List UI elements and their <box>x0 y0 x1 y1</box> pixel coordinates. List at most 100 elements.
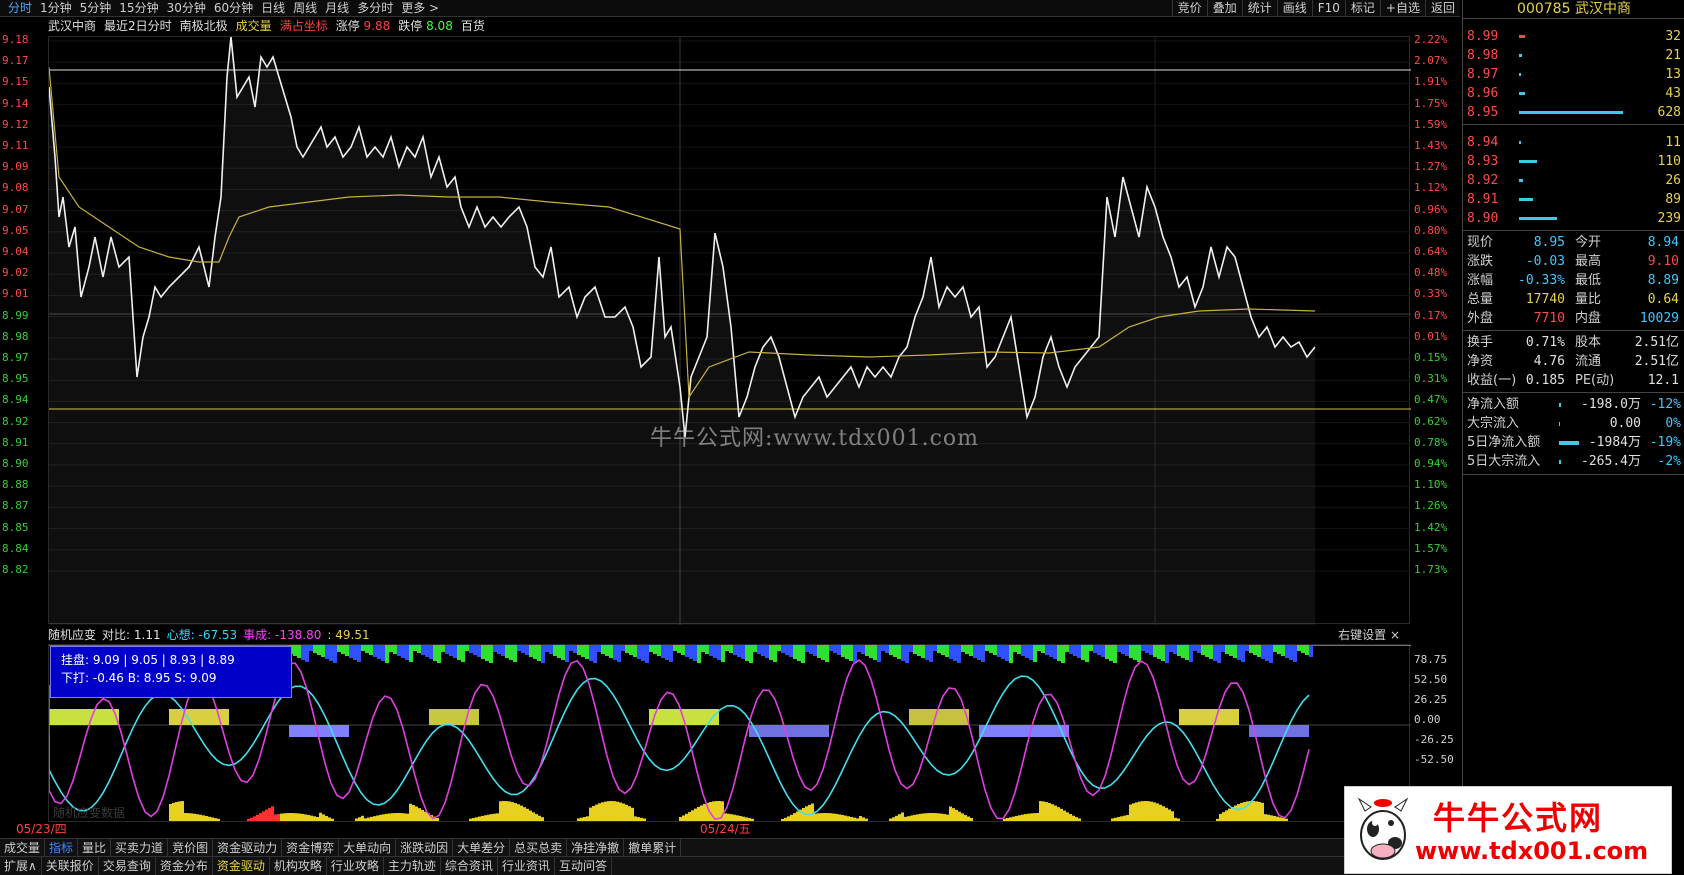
ind-bar <box>175 801 178 821</box>
period-tab[interactable]: 多分时 <box>353 0 397 16</box>
ind-bar <box>271 806 274 821</box>
info-tab[interactable]: 主力轨迹 <box>384 857 441 875</box>
ind-band <box>1017 645 1021 654</box>
order-book-row: 8.96 43 <box>1463 84 1684 103</box>
indicator-label[interactable]: 南极北极 <box>180 18 228 34</box>
info-tab[interactable]: 资金驱动 <box>213 857 270 875</box>
period-tab[interactable]: 周线 <box>289 0 321 16</box>
price-tick: 9.17 <box>2 54 29 68</box>
indicator-name[interactable]: 随机应变 <box>48 627 96 643</box>
price-tick: 9.07 <box>2 202 29 216</box>
toolbar-button[interactable]: F10 <box>1311 0 1345 16</box>
info-tab[interactable]: 行业资讯 <box>498 857 555 875</box>
mode-label[interactable]: 最近2日分时 <box>104 18 172 34</box>
ind-band <box>641 645 645 661</box>
percent-tick: 1.59% <box>1414 117 1448 131</box>
ind-band <box>1085 645 1089 662</box>
ind-band <box>497 645 501 654</box>
toolbar-button[interactable]: 返回 <box>1424 0 1460 16</box>
info-tab[interactable]: 资金分布 <box>156 857 213 875</box>
close-icon[interactable]: × <box>1390 628 1400 642</box>
percent-tick: 1.57% <box>1414 541 1448 555</box>
ind-band <box>1301 645 1305 653</box>
indicator-tab[interactable]: 竞价图 <box>168 839 214 857</box>
order-volume: 13 <box>1665 67 1681 82</box>
indicator-tab[interactable]: 大单差分 <box>453 839 511 857</box>
info-tab[interactable]: 机构攻略 <box>270 857 327 875</box>
intraday-price-chart[interactable] <box>48 36 1411 625</box>
indicator-tab[interactable]: 大单动向 <box>339 839 397 857</box>
ind-band <box>345 645 349 656</box>
ind-bar <box>862 817 865 821</box>
period-tab[interactable]: 1分钟 <box>36 0 76 16</box>
ind-band <box>409 645 413 662</box>
ind-fill <box>1249 725 1309 737</box>
period-tab[interactable]: 分时 <box>4 0 36 16</box>
ind-bar <box>520 805 523 821</box>
price-tick: 9.05 <box>2 223 29 237</box>
toolbar-button[interactable]: 竞价 <box>1171 0 1207 16</box>
toolbar-button[interactable]: 画线 <box>1276 0 1312 16</box>
ind-band <box>333 645 337 663</box>
indicator-tab[interactable]: 量比 <box>78 839 112 857</box>
indicator-tab[interactable]: 指标 <box>45 839 79 857</box>
ind-band <box>829 645 833 651</box>
info-tab[interactable]: 行业攻略 <box>327 857 384 875</box>
coord-label[interactable]: 满占坐标 <box>280 18 328 34</box>
period-tab[interactable]: 更多 > <box>397 0 443 16</box>
period-tab[interactable]: 日线 <box>257 0 289 16</box>
flow-bar <box>1559 403 1561 407</box>
indicator-tab[interactable]: 资金博弈 <box>282 839 340 857</box>
ind-band <box>1169 645 1173 652</box>
info-tab[interactable]: 综合资讯 <box>441 857 498 875</box>
period-tab[interactable]: 15分钟 <box>115 0 162 16</box>
indicator-tab[interactable]: 撤单累计 <box>624 839 682 857</box>
ind-band <box>661 645 665 658</box>
price-tick: 8.84 <box>2 541 29 555</box>
period-tab[interactable]: 5分钟 <box>76 0 116 16</box>
period-tab[interactable]: 60分钟 <box>210 0 257 16</box>
ind-band <box>353 645 357 660</box>
toolbar-button[interactable]: 叠加 <box>1206 0 1242 16</box>
order-volume-bar <box>1519 179 1523 182</box>
ind-bar <box>364 818 367 821</box>
logo-url: www.tdx001.com <box>1415 837 1649 865</box>
ind-band <box>825 645 829 662</box>
toolbar-button[interactable]: 统计 <box>1241 0 1277 16</box>
order-price: 8.98 <box>1467 48 1499 63</box>
period-tab[interactable]: 月线 <box>321 0 353 16</box>
volume-label[interactable]: 成交量 <box>236 18 272 34</box>
ind-band <box>441 645 445 652</box>
indicator-tab[interactable]: 总买总卖 <box>510 839 568 857</box>
toolbar-button[interactable]: +自选 <box>1379 0 1425 16</box>
toolbar-button[interactable]: 标记 <box>1344 0 1380 16</box>
info-tab[interactable]: 互动问答 <box>555 857 612 875</box>
percent-axis: 2.22% 2.07% 1.91% 1.75% 1.59% 1.43% 1.27% 1.12%… <box>1412 34 1460 626</box>
ind-band <box>969 645 973 656</box>
info-tab[interactable]: 扩展∧ <box>0 857 42 875</box>
indicator-tab[interactable]: 资金驱动力 <box>213 839 283 857</box>
indicator-tab[interactable]: 买卖力道 <box>111 839 169 857</box>
indicator-tab[interactable]: 成交量 <box>0 839 46 857</box>
indicator-tab[interactable]: 净挂净撤 <box>567 839 625 857</box>
sector-label[interactable]: 百货 <box>461 18 485 34</box>
indicator-tab[interactable]: 涨跌动因 <box>396 839 454 857</box>
flow-bar <box>1559 441 1579 445</box>
info-tab[interactable]: 关联报价 <box>42 857 99 875</box>
ind-band <box>749 645 753 663</box>
ind-bar <box>946 814 949 821</box>
ind-band <box>445 645 449 654</box>
ind-bar <box>202 815 205 821</box>
ind-bar <box>253 816 256 821</box>
ind-bar <box>598 803 601 821</box>
ind-bar <box>1261 802 1264 821</box>
ind-band <box>1081 645 1085 660</box>
ind-band <box>1161 645 1165 661</box>
ind-bar <box>580 817 583 821</box>
ind-band <box>997 645 1001 657</box>
info-tab[interactable]: 交易查询 <box>99 857 156 875</box>
ind-bar <box>391 813 394 821</box>
ind-bar <box>1045 802 1048 821</box>
period-tab[interactable]: 30分钟 <box>163 0 210 16</box>
indicator-settings[interactable]: 右键设置 × <box>1338 627 1400 643</box>
